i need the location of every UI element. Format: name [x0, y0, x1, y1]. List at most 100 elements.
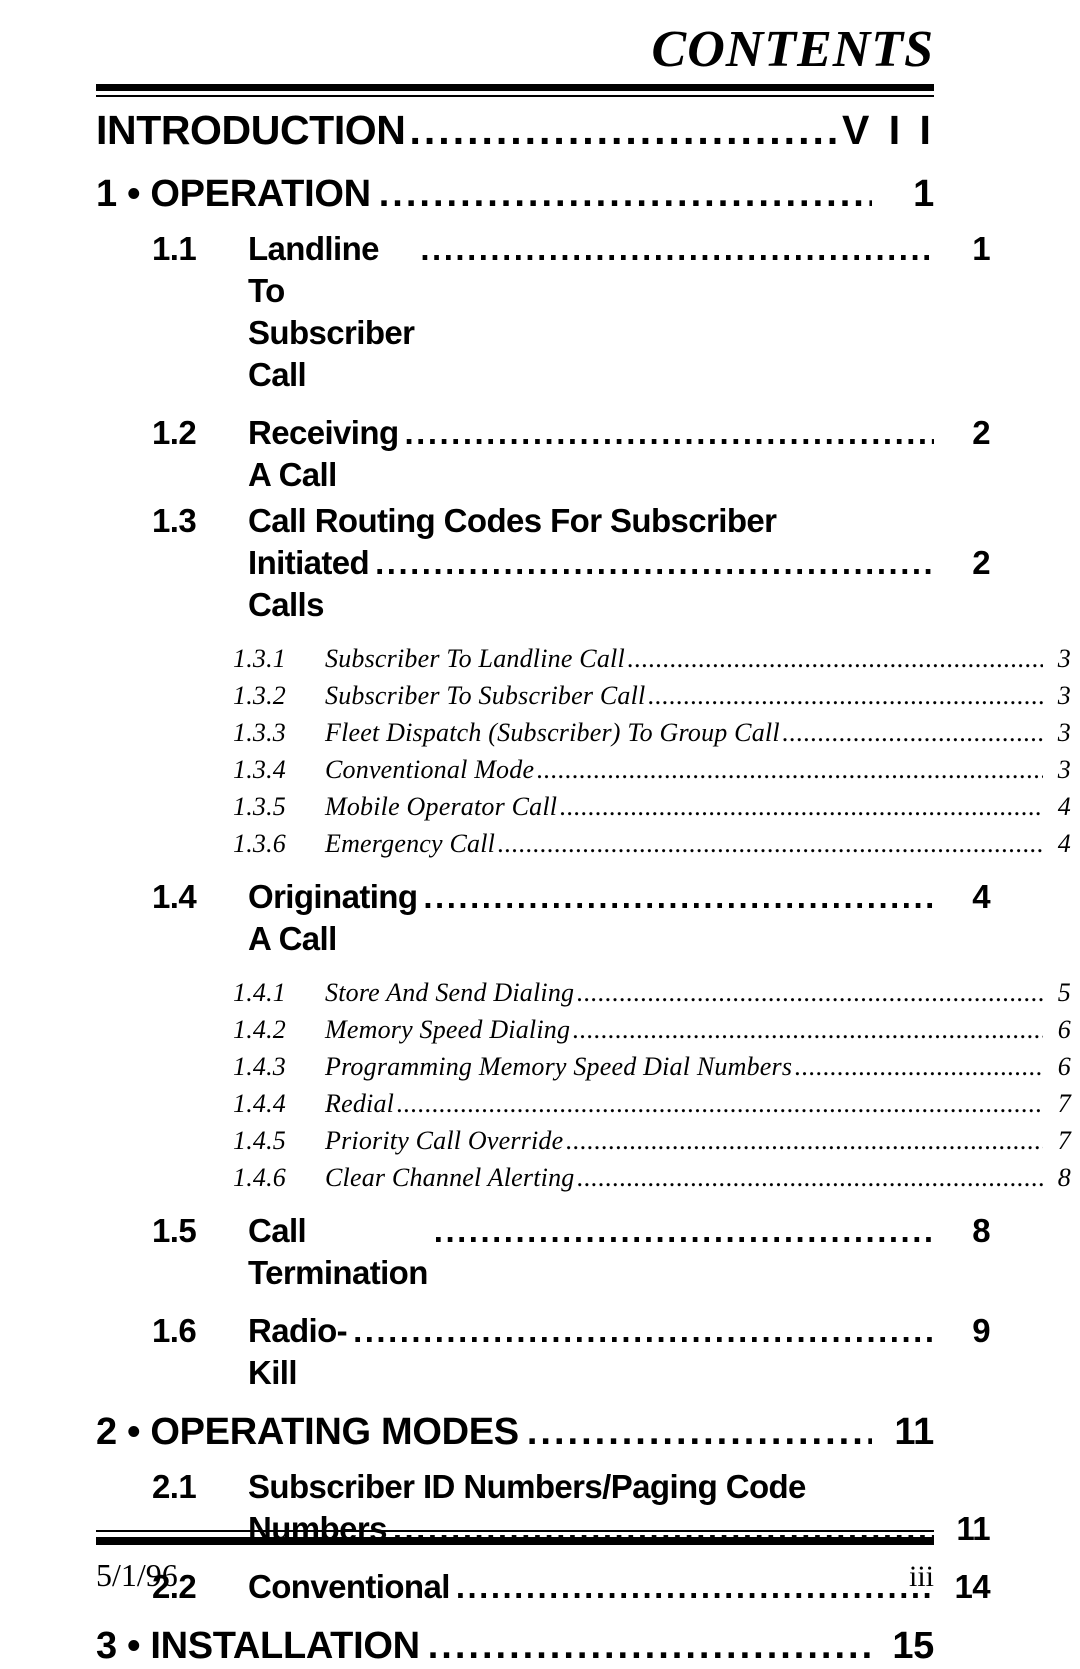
toc-entry-page: 4 — [972, 878, 990, 915]
dot-leader — [353, 1310, 934, 1352]
toc-entry-sub-1-3-6[interactable]: 1.3.6 Emergency Call 4 — [96, 825, 1071, 862]
toc-entry-section-1-4[interactable]: 1.4 Originating A Call 4 — [96, 876, 991, 960]
toc-entry-number: 2.1 — [152, 1468, 197, 1505]
toc-entry-label: Call Routing Codes For Subscriber — [248, 502, 777, 539]
toc-entry-label-line2: Initiated Calls — [248, 544, 370, 623]
toc-entry-section-1-3-continued[interactable]: Initiated Calls 2 — [96, 542, 991, 626]
toc-entry-label: Emergency Call — [325, 829, 496, 858]
toc-entry-number: 1.4.2 — [233, 1015, 286, 1044]
toc-entry-label: Landline To Subscriber Call — [248, 230, 415, 393]
toc-entry-number: 1.4.1 — [233, 978, 286, 1007]
toc-entry-label: 1 • OPERATION — [96, 173, 371, 215]
dot-leader — [497, 825, 1043, 862]
toc-entry-label: Conventional Mode — [325, 755, 535, 784]
toc-entry-section-1-2[interactable]: 1.2 Receiving A Call 2 — [96, 412, 991, 496]
toc-entry-page: 2 — [972, 544, 990, 581]
toc-entry-page: 6 — [1057, 1015, 1071, 1044]
dot-leader — [565, 1122, 1043, 1159]
toc-entry-section-1-3[interactable]: 1.3 Call Routing Codes For Subscriber — [96, 500, 990, 542]
toc-entry-page: 2 — [972, 414, 990, 451]
toc-entry-number: 1.3.4 — [233, 755, 286, 784]
toc-entry-page: 5 — [1057, 978, 1071, 1007]
page-title: CONTENTS — [651, 21, 934, 78]
toc-entry-page: 11 — [956, 1510, 990, 1547]
toc-entry-page: 7 — [1057, 1126, 1071, 1155]
toc-entry-page: 3 — [1057, 681, 1071, 710]
toc-entry-page: 1 — [913, 173, 934, 215]
toc-entry-sub-1-3-5[interactable]: 1.3.5 Mobile Operator Call 4 — [96, 788, 1071, 825]
dot-leader — [428, 1622, 872, 1669]
toc-entry-sub-1-4-6[interactable]: 1.4.6 Clear Channel Alerting 8 — [96, 1159, 1071, 1196]
toc-entry-label: Priority Call Override — [325, 1126, 564, 1155]
toc-entry-label: Call Termination — [248, 1212, 428, 1291]
footer-page-number: iii — [908, 1560, 934, 1593]
toc-entry-chapter-1[interactable]: 1 • OPERATION 1 — [96, 170, 934, 218]
footer-date: 5/1/96 — [96, 1557, 178, 1593]
toc-entry-label: Mobile Operator Call — [325, 792, 558, 821]
toc-entry-section-1-1[interactable]: 1.1 Landline To Subscriber Call 1 — [96, 228, 991, 396]
dot-leader — [379, 170, 872, 218]
toc-entry-number: 1.5 — [152, 1212, 197, 1249]
toc-entry-page: 6 — [1057, 1052, 1071, 1081]
dot-leader — [536, 751, 1043, 788]
toc-entry-page: 8 — [1057, 1163, 1071, 1192]
toc-entry-label: Receiving A Call — [248, 414, 399, 493]
toc-entry-chapter-3[interactable]: 3 • INSTALLATION 15 — [96, 1622, 934, 1669]
toc-sublist-1-3: 1.3.1 Subscriber To Landline Call 3 1.3.… — [96, 640, 1071, 862]
dot-leader — [375, 542, 934, 584]
toc-entry-sub-1-4-4[interactable]: 1.4.4 Redial 7 — [96, 1085, 1071, 1122]
toc-entry-sub-1-3-2[interactable]: 1.3.2 Subscriber To Subscriber Call 3 — [96, 677, 1071, 714]
toc-entry-page: 3 — [1057, 644, 1071, 673]
dot-leader — [559, 788, 1043, 825]
toc-entry-section-2-1[interactable]: 2.1 Subscriber ID Numbers/Paging Code — [96, 1466, 990, 1508]
header-rule-thick — [96, 84, 934, 91]
toc-entry-label: Clear Channel Alerting — [325, 1163, 575, 1192]
toc-entry-label: Subscriber ID Numbers/Paging Code — [248, 1468, 806, 1505]
toc-entry-sub-1-4-2[interactable]: 1.4.2 Memory Speed Dialing 6 — [96, 1011, 1071, 1048]
header-rule-thin — [96, 95, 934, 97]
toc-entry-number: 1.1 — [152, 230, 197, 267]
toc-entry-page: V I I — [842, 107, 935, 153]
toc-entry-number: 1.3.5 — [233, 792, 286, 821]
dot-leader — [420, 228, 934, 270]
dot-leader — [396, 1085, 1043, 1122]
toc-entry-label: Store And Send Dialing — [325, 978, 575, 1007]
toc-entry-sub-1-3-1[interactable]: 1.3.1 Subscriber To Landline Call 3 — [96, 640, 1071, 677]
toc-entry-section-1-5[interactable]: 1.5 Call Termination 8 — [96, 1210, 991, 1294]
toc-entry-page: 7 — [1057, 1089, 1071, 1118]
dot-leader — [572, 1011, 1043, 1048]
dot-leader — [576, 1159, 1043, 1196]
toc-entry-page: 15 — [892, 1625, 934, 1667]
toc-entry-sub-1-3-3[interactable]: 1.3.3 Fleet Dispatch (Subscriber) To Gro… — [96, 714, 1071, 751]
toc-entry-number: 1.6 — [152, 1312, 197, 1349]
toc-entry-label: Radio-Kill — [248, 1312, 348, 1391]
dot-leader — [627, 640, 1043, 677]
toc-entry-number: 1.4.6 — [233, 1163, 286, 1192]
toc-entry-sub-1-4-3[interactable]: 1.4.3 Programming Memory Speed Dial Numb… — [96, 1048, 1071, 1085]
toc-entry-number: 1.4.3 — [233, 1052, 286, 1081]
toc-page: CONTENTS INTRODUCTION V I I 1 • OPERATIO… — [0, 0, 1080, 1669]
toc-entry-label: 2 • OPERATING MODES — [96, 1411, 519, 1453]
toc-entry-page: 14 — [954, 1568, 990, 1605]
toc-entry-number: 1.3.2 — [233, 681, 286, 710]
dot-leader — [794, 1048, 1043, 1085]
toc-sublist-1-4: 1.4.1 Store And Send Dialing 5 1.4.2 Mem… — [96, 974, 1071, 1196]
toc-entry-number: 1.3.6 — [233, 829, 286, 858]
toc-entry-sub-1-3-4[interactable]: 1.3.4 Conventional Mode 3 — [96, 751, 1071, 788]
toc-entry-number: 1.3 — [152, 502, 197, 539]
toc-entry-page: 9 — [972, 1312, 990, 1349]
toc-entry-label: Fleet Dispatch (Subscriber) To Group Cal… — [325, 718, 780, 747]
toc-entry-page: 3 — [1057, 718, 1071, 747]
dot-leader — [647, 677, 1043, 714]
toc-entry-chapter-2[interactable]: 2 • OPERATING MODES 11 — [96, 1408, 934, 1456]
toc-entry-label: Originating A Call — [248, 878, 418, 957]
toc-entry-label: Subscriber To Landline Call — [325, 644, 625, 673]
toc-entry-section-1-6[interactable]: 1.6 Radio-Kill 9 — [96, 1310, 991, 1394]
toc-entry-page: 1 — [972, 230, 990, 267]
toc-entry-sub-1-4-1[interactable]: 1.4.1 Store And Send Dialing 5 — [96, 974, 1071, 1011]
dot-leader — [410, 104, 842, 156]
toc-entry-number: 1.2 — [152, 414, 197, 451]
toc-entry-introduction[interactable]: INTRODUCTION V I I — [96, 104, 934, 156]
toc-entry-sub-1-4-5[interactable]: 1.4.5 Priority Call Override 7 — [96, 1122, 1071, 1159]
toc-entry-page: 4 — [1057, 829, 1071, 858]
